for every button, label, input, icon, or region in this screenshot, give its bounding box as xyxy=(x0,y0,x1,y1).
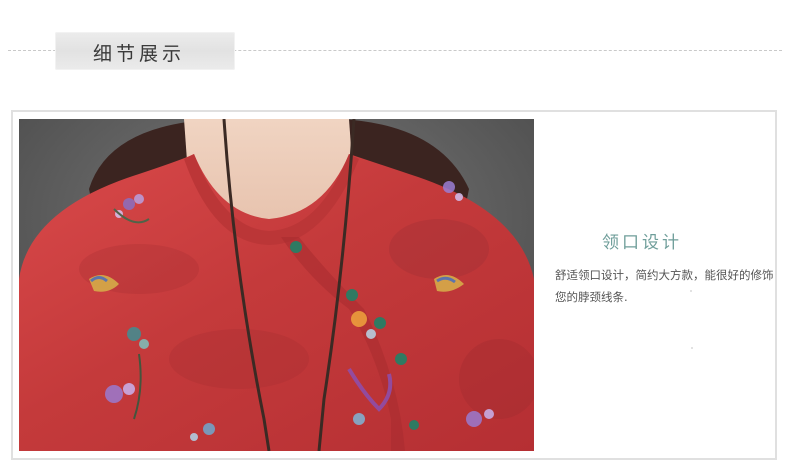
product-detail-photo xyxy=(19,119,534,451)
blouse-collar-illustration xyxy=(19,119,534,451)
section-title-tag: 细节展示 xyxy=(55,32,235,70)
section-title: 细节展示 xyxy=(93,43,186,65)
detail-heading: 领口设计 xyxy=(602,233,682,253)
decorative-speck xyxy=(691,347,693,349)
detail-description: 舒适领口设计，简约大方款，能很好的修饰您的脖颈线条. xyxy=(555,268,774,304)
decorative-speck xyxy=(690,290,692,292)
